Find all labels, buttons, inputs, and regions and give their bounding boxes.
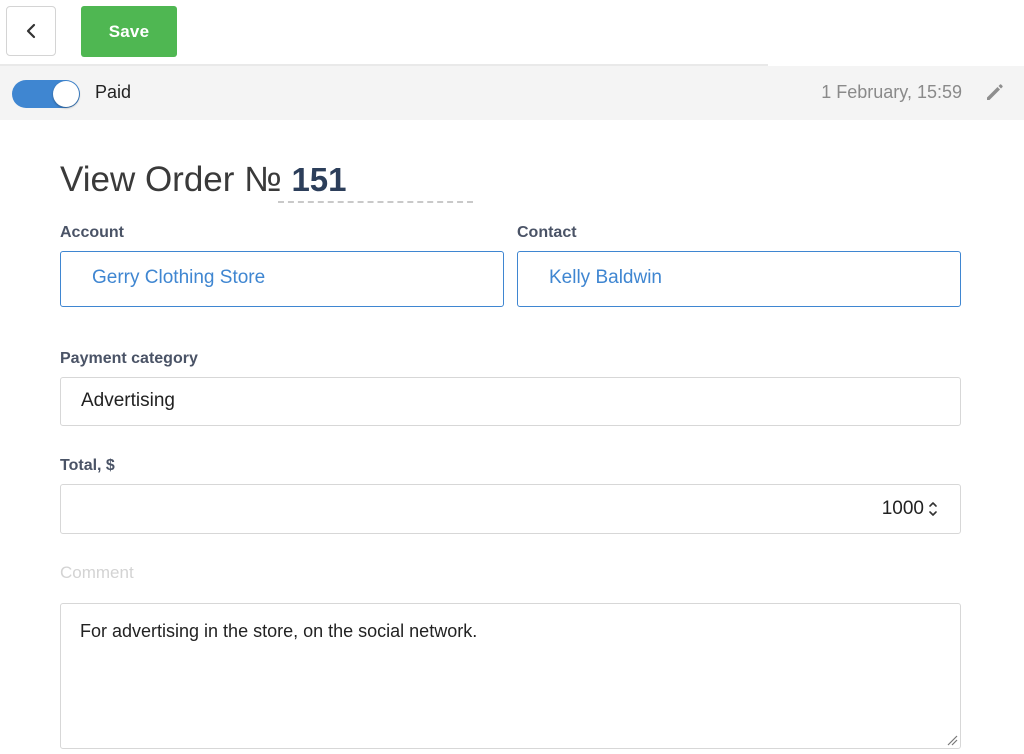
account-label: Account (60, 224, 124, 241)
comment-value: For advertising in the store, on the soc… (80, 621, 478, 641)
order-number[interactable]: 151 (291, 161, 346, 198)
page-title-prefix: View Order № (60, 160, 282, 199)
save-button[interactable]: Save (81, 6, 177, 57)
status-bar: Paid 1 February, 15:59 (0, 66, 1024, 120)
account-link[interactable]: Gerry Clothing Store (92, 267, 265, 289)
contact-link[interactable]: Kelly Baldwin (549, 267, 662, 289)
account-field[interactable]: Gerry Clothing Store (60, 251, 504, 307)
top-toolbar: Save (0, 0, 1024, 66)
number-spinner-icon[interactable] (926, 497, 940, 521)
payment-category-value: Advertising (81, 390, 175, 411)
payment-category-field[interactable]: Advertising (60, 377, 961, 426)
resize-grip-icon[interactable] (946, 734, 958, 746)
order-date: 1 February, 15:59 (821, 82, 962, 102)
chevron-left-icon (26, 23, 36, 39)
payment-category-label: Payment category (60, 350, 198, 367)
back-button[interactable] (6, 6, 56, 56)
total-label: Total, $ (60, 457, 115, 474)
contact-label: Contact (517, 224, 577, 241)
page-title: View Order № 151 (60, 160, 347, 200)
comment-label: Comment (60, 563, 134, 582)
pencil-icon[interactable] (983, 80, 1007, 104)
total-value: 1000 (881, 498, 924, 519)
contact-field[interactable]: Kelly Baldwin (517, 251, 961, 307)
paid-toggle[interactable] (12, 80, 80, 108)
comment-textarea[interactable]: For advertising in the store, on the soc… (60, 603, 961, 749)
toggle-knob (53, 81, 79, 107)
total-input[interactable]: 1000 (60, 484, 961, 534)
order-number-underline (278, 201, 473, 203)
paid-label: Paid (95, 82, 132, 102)
